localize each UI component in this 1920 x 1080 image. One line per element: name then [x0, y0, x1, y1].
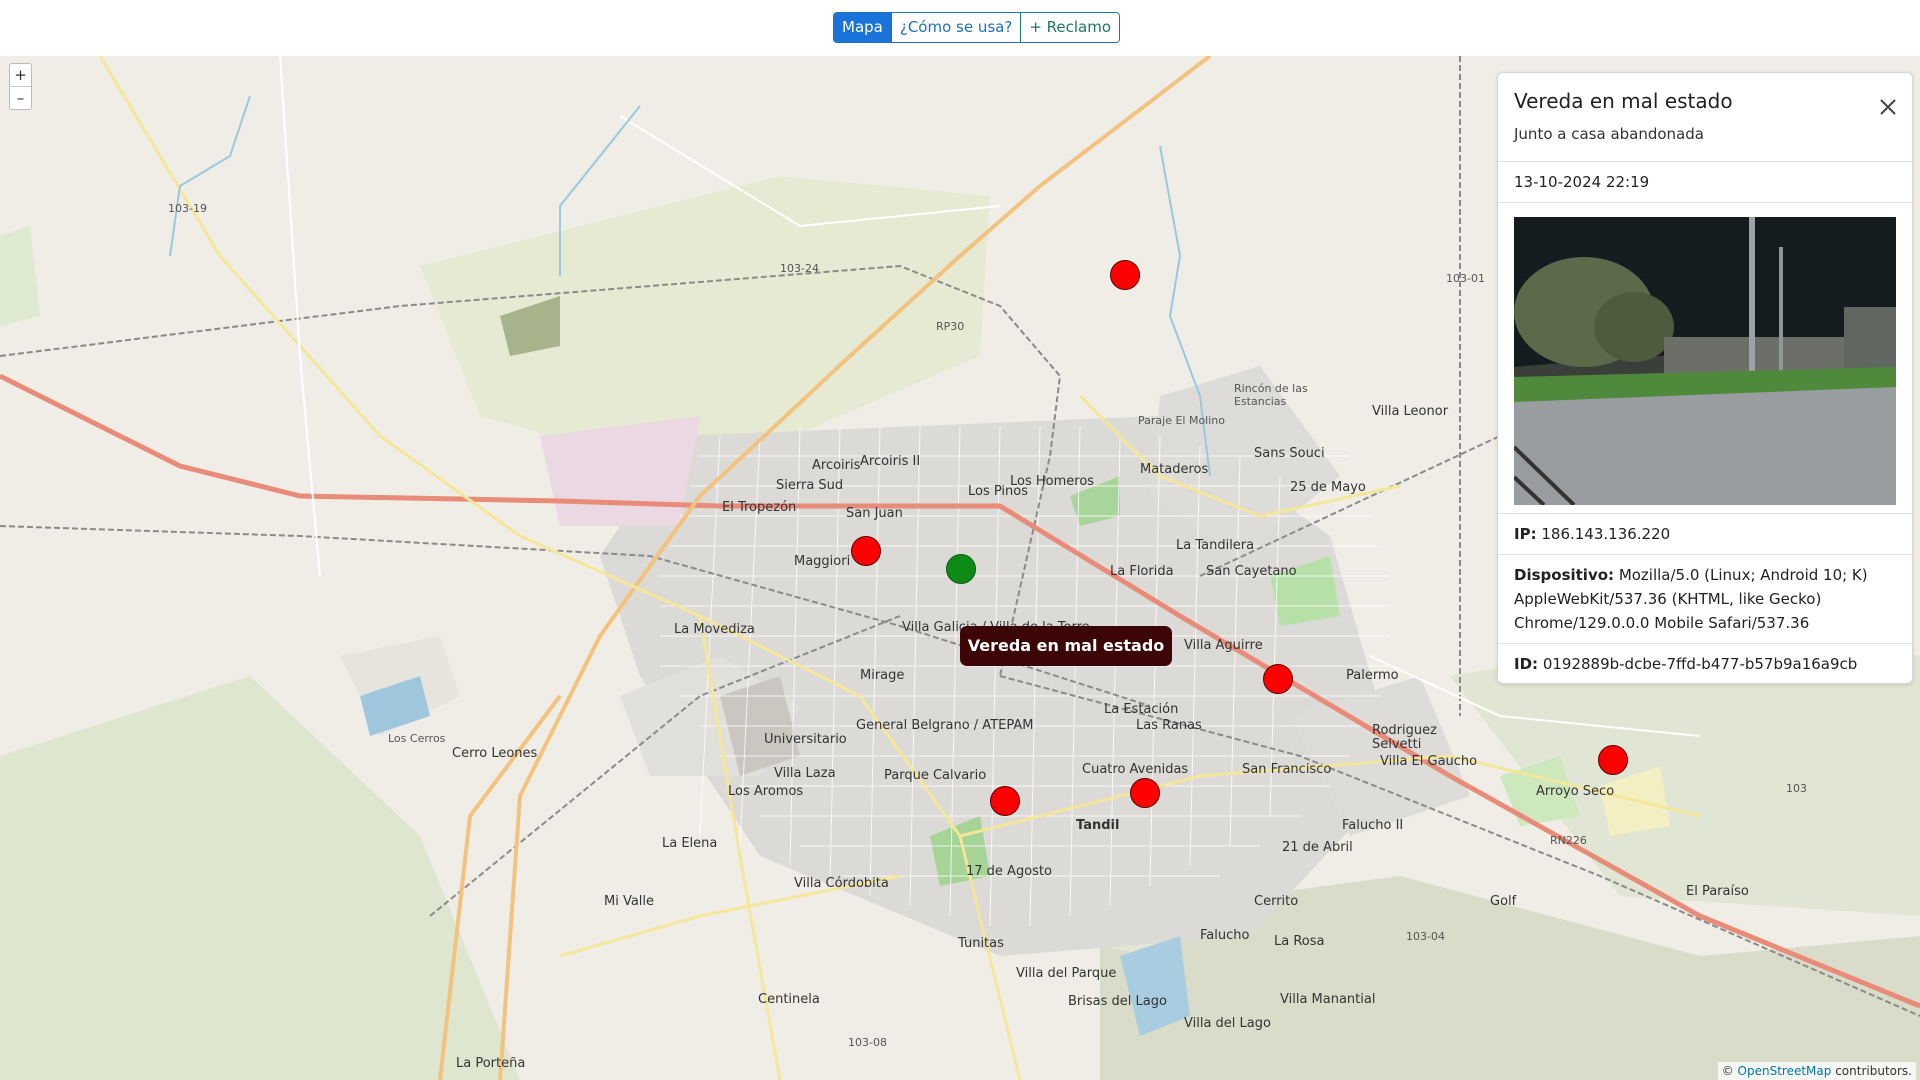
map-label: Sans Souci	[1254, 446, 1325, 461]
map-label: Maggiori	[794, 554, 851, 569]
report-datetime: 13-10-2024 22:19	[1498, 162, 1912, 203]
map-label: 21 de Abril	[1282, 840, 1353, 855]
device-label: Dispositivo:	[1514, 566, 1615, 584]
map-label: Los Aromos	[728, 784, 804, 799]
map-label: Palermo	[1346, 668, 1399, 683]
route-label: 103-19	[168, 202, 207, 215]
map-label: Paraje El Molino	[1138, 414, 1226, 427]
map-label: Universitario	[764, 732, 847, 747]
map-label: Cerro Leones	[452, 746, 538, 761]
map-label: La Rosa	[1274, 934, 1325, 949]
map-label: Villa del Parque	[1016, 966, 1117, 981]
report-pin[interactable]	[1598, 745, 1628, 775]
nav-tabs: Mapa ¿Cómo se usa? + Reclamo	[833, 12, 1121, 43]
map-label: Mataderos	[1140, 462, 1209, 477]
map-label: Mirage	[860, 668, 905, 683]
map-label: 17 de Agosto	[966, 864, 1052, 879]
report-pin[interactable]	[990, 786, 1020, 816]
map-label: Villa Laza	[774, 766, 836, 781]
route-label: RN226	[1550, 834, 1587, 847]
map-label: Arcoiris	[812, 458, 861, 473]
map-label: San Cayetano	[1206, 564, 1297, 579]
report-photo	[1514, 217, 1896, 505]
map-label: La Estación	[1104, 702, 1179, 717]
zoom-control: + –	[9, 63, 32, 110]
id-value: 0192889b-dcbe-7ffd-b477-b57b9a16a9cb	[1542, 655, 1858, 673]
ip-label: IP:	[1514, 525, 1537, 543]
map-label: Villa Córdobita	[794, 876, 889, 891]
id-row: ID: 0192889b-dcbe-7ffd-b477-b57b9a16a9cb	[1498, 643, 1912, 684]
map-label: Rodriguez Selvetti	[1372, 723, 1437, 752]
map-label: La Porteña	[456, 1056, 526, 1071]
map-label: Villa del Lago	[1184, 1016, 1271, 1031]
map-label: La Florida	[1110, 564, 1174, 579]
map-label: Tunitas	[958, 936, 1004, 951]
map-label: San Francisco	[1242, 762, 1332, 777]
map-label: La Movediza	[674, 622, 755, 637]
map-label: Centinela	[758, 992, 820, 1007]
device-row: Dispositivo: Mozilla/5.0 (Linux; Android…	[1498, 554, 1912, 643]
map-label: San Juan	[846, 506, 903, 521]
map-label: General Belgrano / ATEPAM	[856, 718, 1034, 733]
map-label: Rincón de las Estancias	[1234, 382, 1308, 408]
map-label: Los Cerros	[388, 732, 446, 745]
pin-tooltip: Vereda en mal estado	[960, 626, 1172, 666]
map-attribution: © OpenStreetMap contributors.	[1717, 1062, 1916, 1080]
map-label: La Tandilera	[1176, 538, 1255, 553]
route-label: 103-08	[848, 1036, 887, 1049]
top-bar: Mapa ¿Cómo se usa? + Reclamo	[0, 0, 1920, 55]
map-label: Arcoiris II	[860, 454, 921, 469]
report-detail-panel: Vereda en mal estado Junto a casa abando…	[1497, 72, 1913, 684]
route-label: 103-24	[780, 262, 819, 275]
map-label: Las Ranas	[1136, 718, 1202, 733]
map-label: Arroyo Seco	[1536, 784, 1615, 799]
route-label: RP30	[936, 320, 965, 333]
route-label: 103-04	[1406, 930, 1445, 943]
map-label: Falucho	[1200, 928, 1250, 943]
report-pin[interactable]	[1263, 664, 1293, 694]
map-label: Tandil	[1076, 818, 1120, 833]
map-label: Brisas del Lago	[1068, 994, 1167, 1009]
ip-value: 186.143.136.220	[1541, 525, 1671, 543]
panel-subtitle: Junto a casa abandonada	[1514, 125, 1704, 143]
map-label: Sierra Sud	[776, 478, 844, 493]
close-icon[interactable]	[1878, 97, 1898, 117]
ip-row: IP: 186.143.136.220	[1498, 513, 1912, 554]
attribution-suffix: contributors.	[1835, 1064, 1912, 1078]
map-label: Villa Manantial	[1280, 992, 1376, 1007]
map-label: Villa El Gaucho	[1380, 754, 1478, 769]
map-label: Falucho II	[1342, 818, 1404, 833]
report-pin[interactable]	[1110, 260, 1140, 290]
panel-title: Vereda en mal estado	[1514, 89, 1733, 113]
attribution-prefix: ©	[1721, 1064, 1734, 1078]
map-label: Golf	[1490, 894, 1517, 909]
map-label: 25 de Mayo	[1290, 480, 1366, 495]
route-label: 103-01	[1446, 272, 1485, 285]
report-pin-selected[interactable]	[946, 554, 976, 584]
zoom-out-button[interactable]: –	[10, 86, 31, 109]
report-pin[interactable]	[1130, 778, 1160, 808]
id-label: ID:	[1514, 655, 1539, 673]
map-label: Cuatro Avenidas	[1082, 762, 1189, 777]
map-label: Parque Calvario	[884, 768, 987, 783]
map-label: Villa Leonor	[1372, 404, 1449, 419]
map-label: Cerrito	[1254, 894, 1299, 909]
tab-reclamo[interactable]: + Reclamo	[1020, 13, 1120, 42]
map-label: El Tropezón	[722, 500, 797, 515]
tab-mapa[interactable]: Mapa	[834, 13, 891, 42]
map-label: El Paraíso	[1686, 884, 1749, 899]
openstreetmap-link[interactable]: OpenStreetMap	[1738, 1064, 1832, 1078]
route-label: 103	[1786, 782, 1807, 795]
map-label: La Elena	[662, 836, 718, 851]
panel-header: Vereda en mal estado Junto a casa abando…	[1498, 73, 1912, 162]
map-label: Mi Valle	[604, 894, 655, 909]
map-label: Los Homeros	[1010, 474, 1095, 489]
map-label: Villa Aguirre	[1184, 638, 1263, 653]
tab-como-se-usa[interactable]: ¿Cómo se usa?	[890, 13, 1021, 42]
zoom-in-button[interactable]: +	[10, 64, 31, 86]
report-pin[interactable]	[851, 536, 881, 566]
